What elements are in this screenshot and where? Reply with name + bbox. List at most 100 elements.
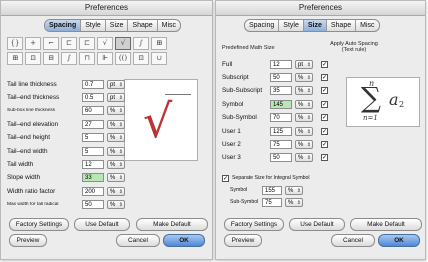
unit-select[interactable]: pt ⇕ [295,59,313,69]
matrix-icon[interactable]: ⊞ [151,37,167,50]
setting-value-field[interactable]: 50 [82,200,104,210]
size-row: User 2 75% ⇕ ✓ [222,139,328,149]
size-value-field[interactable]: 35 [270,86,292,96]
auto-spacing-checkbox[interactable]: ✓ [321,140,328,148]
setting-value-field[interactable]: 27 [82,119,104,129]
tab-size[interactable]: Size [303,20,327,31]
setting-label: Tail–end height [7,134,50,142]
size-value-field[interactable]: 145 [270,99,292,109]
box-icon[interactable]: ⊏ [61,37,77,50]
unit-select[interactable]: % ⇕ [107,119,125,129]
integral-size-field[interactable]: 75 [262,197,282,207]
radical-preview: √ [124,79,198,161]
auto-spacing-checkbox[interactable]: ✓ [321,100,328,108]
cancel-button[interactable]: Cancel [116,234,160,247]
preview-button[interactable]: Preview [9,234,47,247]
setting-value-field[interactable]: 5 [82,133,104,143]
unit-select[interactable]: % ⇕ [295,139,313,149]
auto-spacing-checkbox[interactable]: ✓ [321,60,328,68]
setting-label: Tail–end elevation [7,120,59,128]
unit-select[interactable]: % ⇕ [295,86,313,96]
tab-shape[interactable]: Shape [128,20,158,31]
setting-value-field[interactable]: 33 [82,173,104,183]
sum-lower-limit: n=1 [363,114,378,122]
unit-select[interactable]: % ⇕ [295,113,313,123]
box3-icon[interactable]: ⊡ [133,52,149,65]
size-value-field[interactable]: 12 [270,59,292,69]
unit-select[interactable]: % ⇕ [107,186,125,196]
paren-icon[interactable]: (() [115,52,131,65]
tab-style[interactable]: Style [81,20,106,31]
setting-value-field[interactable]: 0.5 [82,92,104,102]
radical-selected-icon[interactable]: √ [115,37,131,50]
unit-select[interactable]: % ⇕ [295,126,313,136]
tab-shape[interactable]: Shape [327,20,357,31]
setting-value-field[interactable]: 5 [82,146,104,156]
use-default-button[interactable]: Use Default [74,218,130,231]
unit-select[interactable]: % ⇕ [107,173,125,183]
unit-select[interactable]: % ⇕ [295,72,313,82]
frame2-icon[interactable]: ⊟ [43,52,59,65]
unit-select[interactable]: % ⇕ [285,197,303,207]
cancel-button[interactable]: Cancel [331,234,375,247]
unit-select[interactable]: pt ⇕ [107,79,125,89]
make-default-button[interactable]: Make Default [350,218,422,231]
size-value-field[interactable]: 50 [270,72,292,82]
unit-select[interactable]: % ⇕ [285,185,303,195]
not-icon[interactable]: ⌐ [43,37,59,50]
setting-row: Slope width 33% ⇕ [7,173,125,183]
unit-select[interactable]: pt ⇕ [107,92,125,102]
tab-size[interactable]: Size [106,20,129,31]
separate-integral-checkbox[interactable]: ✓ [222,174,229,182]
ok-button[interactable]: OK [378,234,420,247]
chevron-updown-icon: ⇕ [118,94,123,101]
setting-row: Tail width 12% ⇕ [7,159,125,169]
factory-settings-button[interactable]: Factory Settings [9,218,69,231]
unit-select[interactable]: % ⇕ [107,133,125,143]
setting-value-field[interactable]: 0.7 [82,79,104,89]
use-default-button[interactable]: Use Default [289,218,345,231]
unit-select[interactable]: % ⇕ [295,153,313,163]
integral-size-field[interactable]: 155 [262,185,282,195]
cup-icon[interactable]: ∪ [151,52,167,65]
tab-misc[interactable]: Misc [356,20,378,31]
sum-preview: n ∑ a 2 n=1 [346,77,420,127]
arrow-icon[interactable]: ⊩ [97,52,113,65]
unit-select[interactable]: % ⇕ [107,146,125,156]
setting-value-field[interactable]: 200 [82,186,104,196]
ok-button[interactable]: OK [163,234,205,247]
frame-icon[interactable]: ⊡ [25,52,41,65]
auto-spacing-checkbox[interactable]: ✓ [321,154,328,162]
integral-icon[interactable]: ∫ [133,37,149,50]
tab-misc[interactable]: Misc [158,20,180,31]
size-value-field[interactable]: 75 [270,139,292,149]
unit-select[interactable]: % ⇕ [107,159,125,169]
fence-icon[interactable]: {} [7,37,23,50]
slash-integral-icon[interactable]: ∫ [61,52,77,65]
make-default-button[interactable]: Make Default [136,218,208,231]
setting-value-field[interactable]: 60 [82,106,104,116]
matrix2-icon[interactable]: ⊞ [7,52,23,65]
tab-spacing[interactable]: Spacing [245,20,280,31]
overbar-icon[interactable]: ⊓ [79,52,95,65]
unit-select[interactable]: % ⇕ [295,99,313,109]
preview-button[interactable]: Preview [224,234,262,247]
plus-icon[interactable]: + [25,37,41,50]
setting-value-field[interactable]: 12 [82,159,104,169]
size-value-field[interactable]: 70 [270,113,292,123]
size-value-field[interactable]: 50 [270,153,292,163]
unit-select[interactable]: % ⇕ [107,106,125,116]
radical-icon[interactable]: √ [97,37,113,50]
size-value-field[interactable]: 125 [270,126,292,136]
auto-spacing-checkbox[interactable]: ✓ [321,127,328,135]
unit-select-value: % [298,74,304,81]
tab-style[interactable]: Style [279,20,304,31]
auto-spacing-checkbox[interactable]: ✓ [321,114,328,122]
window-title: Preferences [1,1,212,16]
auto-spacing-checkbox[interactable]: ✓ [321,73,328,81]
unit-select[interactable]: % ⇕ [107,200,125,210]
tab-spacing[interactable]: Spacing [45,20,82,31]
auto-spacing-checkbox[interactable]: ✓ [321,87,328,95]
box2-icon[interactable]: ⊏ [79,37,95,50]
factory-settings-button[interactable]: Factory Settings [224,218,284,231]
